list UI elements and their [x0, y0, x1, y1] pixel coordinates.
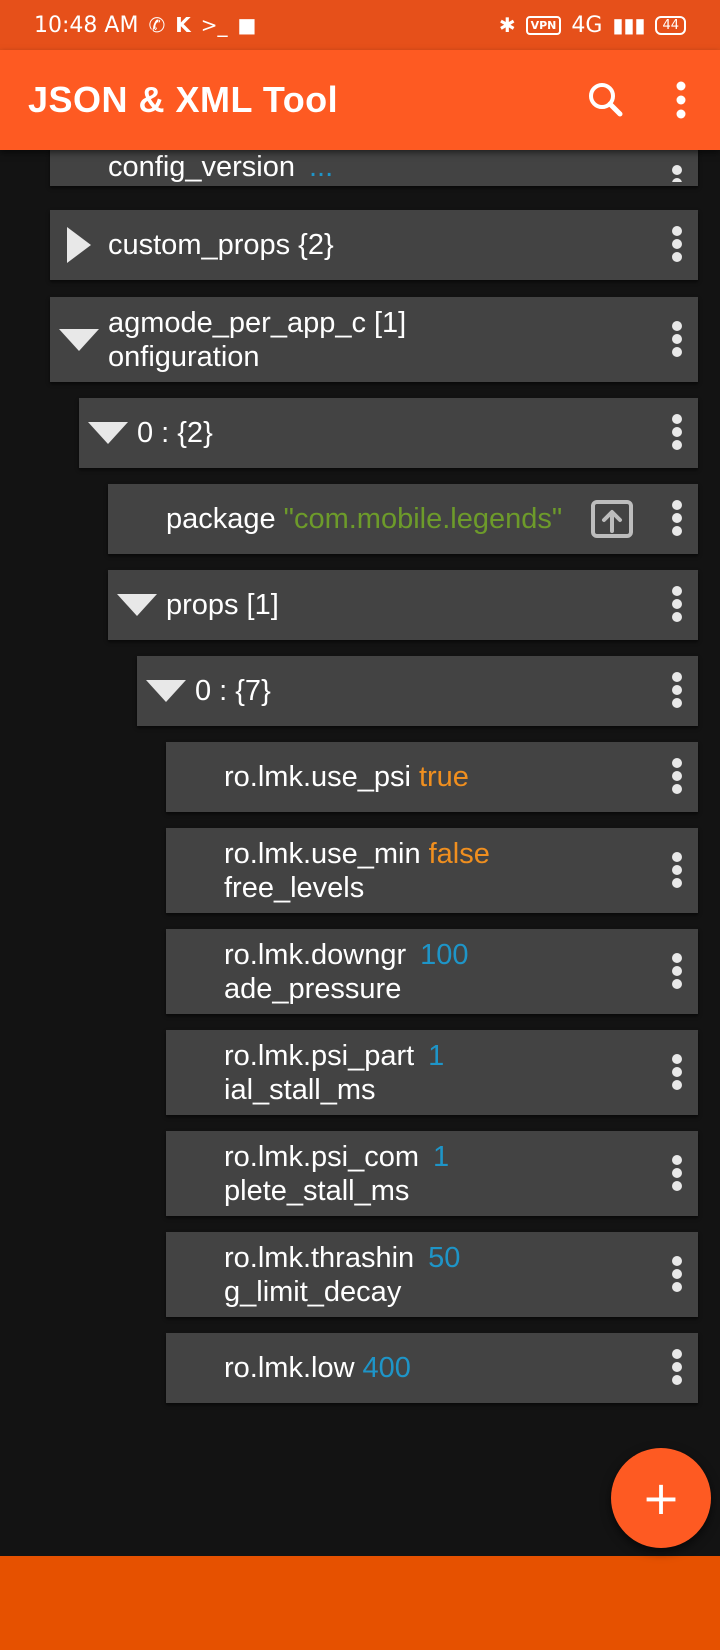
more-vert-icon[interactable] — [670, 755, 684, 799]
tree-node-config-version[interactable]: config_version ... — [50, 150, 698, 186]
node-count: [1] — [373, 306, 407, 339]
node-count: {2} — [177, 417, 213, 449]
node-value: 1 — [433, 1140, 450, 1173]
node-key-continued: ade_pressure — [224, 972, 402, 1005]
tree-node-ro-lmk-low[interactable]: ro.lmk.low 400 — [166, 1333, 698, 1403]
tree-node-ro-lmk-thrashing-limit-decay[interactable]: ro.lmk.thrashin 50 g_limit_decay — [166, 1232, 698, 1317]
tree-node-package[interactable]: package "com.mobile.legends" — [108, 484, 698, 554]
more-vert-icon[interactable] — [670, 583, 684, 627]
tree-node-props[interactable]: props [1] — [108, 570, 698, 640]
more-vert-icon[interactable] — [670, 411, 684, 455]
node-value: 1 — [428, 1039, 445, 1072]
whatsapp-icon: ✆ — [148, 13, 166, 37]
node-key: agmode_per_app_c — [108, 306, 366, 339]
node-key: ro.lmk.thrashin — [224, 1241, 415, 1274]
node-key: package — [166, 503, 276, 535]
more-vert-icon[interactable] — [670, 849, 684, 893]
status-bar: 10:48 AM ✆ K >_ ■ ✱ VPN 4G ▮▮▮ 44 — [0, 0, 720, 50]
app-title: JSON & XML Tool — [28, 79, 339, 120]
cat-icon: ■ — [237, 13, 257, 37]
more-vert-icon[interactable] — [670, 223, 684, 267]
collapse-icon[interactable] — [137, 656, 195, 726]
json-tree[interactable]: config_version ... custom_props {2} agmo… — [0, 150, 720, 1556]
node-key-continued: free_levels — [224, 871, 365, 904]
node-key: ro.lmk.use_min — [224, 837, 421, 870]
tree-node-ro-lmk-use-psi[interactable]: ro.lmk.use_psi true — [166, 742, 698, 812]
node-value: "com.mobile.legends" — [283, 503, 563, 535]
node-key: 0 : — [137, 417, 170, 449]
search-icon[interactable] — [584, 76, 628, 124]
tree-node-index-0[interactable]: 0 : {2} — [79, 398, 698, 468]
node-key: ro.lmk.low — [224, 1352, 355, 1384]
node-count: [1] — [246, 589, 279, 621]
tree-node-ro-lmk-use-minfree-levels[interactable]: ro.lmk.use_min false free_levels — [166, 828, 698, 913]
collapse-icon[interactable] — [79, 398, 137, 468]
collapse-icon[interactable] — [50, 297, 108, 382]
battery-icon: 44 — [655, 15, 686, 35]
status-bar-right: ✱ VPN 4G ▮▮▮ 44 — [499, 13, 686, 38]
node-value: 50 — [428, 1241, 461, 1274]
add-icon: + — [641, 1471, 681, 1525]
node-key: ro.lmk.use_psi — [224, 761, 411, 793]
node-value: false — [428, 837, 490, 870]
node-key: ro.lmk.downgr — [224, 938, 407, 971]
node-value: true — [418, 761, 469, 793]
status-time: 10:48 AM — [34, 12, 139, 38]
tree-node-ro-lmk-downgrade-pressure[interactable]: ro.lmk.downgr 100 ade_pressure — [166, 929, 698, 1014]
tree-node-ro-lmk-psi-partial-stall-ms[interactable]: ro.lmk.psi_part 1 ial_stall_ms — [166, 1030, 698, 1115]
tree-node-props-index-0[interactable]: 0 : {7} — [137, 656, 698, 726]
node-key-continued: plete_stall_ms — [224, 1174, 410, 1207]
k-icon: K — [175, 13, 191, 37]
more-vert-icon[interactable] — [670, 950, 684, 994]
node-key: ro.lmk.psi_part — [224, 1039, 415, 1072]
expand-icon[interactable] — [50, 210, 108, 280]
more-vert-icon[interactable] — [666, 76, 696, 124]
tree-node-custom-props[interactable]: custom_props {2} — [50, 210, 698, 280]
more-vert-icon[interactable] — [670, 1346, 684, 1390]
more-vert-icon[interactable] — [670, 162, 684, 182]
node-key: props — [166, 589, 239, 621]
node-key: config_version — [108, 152, 295, 182]
more-vert-icon[interactable] — [670, 669, 684, 713]
network-type: 4G — [571, 12, 603, 38]
node-key: ro.lmk.psi_com — [224, 1140, 419, 1173]
bottom-bar — [0, 1556, 720, 1650]
node-count: {7} — [235, 675, 271, 707]
node-key-continued: ial_stall_ms — [224, 1073, 376, 1106]
vpn-icon: VPN — [525, 15, 562, 35]
more-vert-icon[interactable] — [670, 497, 684, 541]
more-vert-icon[interactable] — [670, 1253, 684, 1297]
tree-node-agmode-per-app-configuration[interactable]: agmode_per_app_c [1] onfiguration — [50, 297, 698, 382]
more-vert-icon[interactable] — [670, 1051, 684, 1095]
node-count: {2} — [298, 229, 334, 261]
more-vert-icon[interactable] — [670, 318, 684, 362]
app-bar: JSON & XML Tool — [0, 50, 720, 150]
more-vert-icon[interactable] — [670, 1152, 684, 1196]
terminal-icon: >_ — [200, 13, 228, 37]
node-key-continued: g_limit_decay — [224, 1275, 402, 1308]
node-value: 400 — [362, 1352, 411, 1384]
add-button[interactable]: + — [611, 1448, 711, 1548]
collapse-icon[interactable] — [108, 570, 166, 640]
bluetooth-icon: ✱ — [498, 13, 516, 37]
tree-node-ro-lmk-psi-complete-stall-ms[interactable]: ro.lmk.psi_com 1 plete_stall_ms — [166, 1131, 698, 1216]
node-key: 0 : — [195, 675, 228, 707]
node-value: ... — [309, 152, 334, 182]
open-in-icon[interactable] — [590, 499, 634, 539]
status-bar-left: 10:48 AM ✆ K >_ ■ — [34, 13, 256, 38]
node-value: 100 — [420, 938, 469, 971]
signal-icon: ▮▮▮ — [612, 13, 646, 37]
node-key: custom_props — [108, 229, 291, 261]
node-key-continued: onfiguration — [108, 340, 260, 373]
